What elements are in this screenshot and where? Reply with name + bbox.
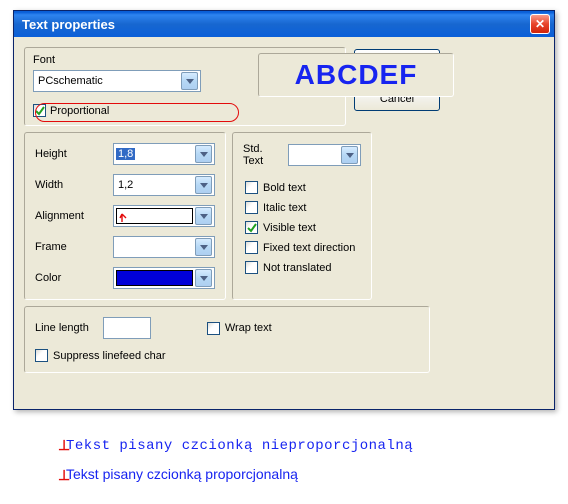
nottranslated-label: Not translated xyxy=(263,262,331,274)
line-length-label: Line length xyxy=(35,322,89,334)
chevron-down-icon[interactable] xyxy=(195,145,212,163)
preview-text: ABCDEF xyxy=(295,59,418,91)
width-value: 1,2 xyxy=(116,179,133,191)
alignment-sample xyxy=(116,208,193,224)
preview-panel: ABCDEF xyxy=(258,53,454,97)
line-panel: Line length Wrap text Suppress linefeed … xyxy=(24,306,430,373)
titlebar: Text properties ✕ xyxy=(14,11,554,37)
suppress-checkbox[interactable] xyxy=(35,349,48,362)
proportional-label: Proportional xyxy=(50,105,109,117)
footer-mono-text: ⊥Tekst pisany czcionką nieproporcjonalną xyxy=(58,436,558,454)
bold-checkbox[interactable] xyxy=(245,181,258,194)
chevron-down-icon[interactable] xyxy=(195,207,212,225)
wrap-checkbox[interactable] xyxy=(207,322,220,335)
font-select[interactable]: PCschematic xyxy=(33,70,201,92)
chevron-down-icon[interactable] xyxy=(181,72,198,90)
anchor-icon: ⊥ xyxy=(58,467,66,484)
stdtext-select[interactable] xyxy=(288,144,361,166)
chevron-down-icon[interactable] xyxy=(341,146,358,164)
line-length-field[interactable] xyxy=(106,322,148,334)
italic-label: Italic text xyxy=(263,202,306,214)
height-select[interactable]: 1,8 xyxy=(113,143,215,165)
alignment-select[interactable] xyxy=(113,205,215,227)
height-label: Height xyxy=(35,148,113,160)
footer-prop-text: ⊥Tekst pisany czcionką proporcjonalną xyxy=(58,466,558,483)
bold-label: Bold text xyxy=(263,182,306,194)
wrap-label: Wrap text xyxy=(225,322,272,334)
chevron-down-icon[interactable] xyxy=(195,238,212,256)
color-label: Color xyxy=(35,272,113,284)
width-select[interactable]: 1,2 xyxy=(113,174,215,196)
chevron-down-icon[interactable] xyxy=(195,176,212,194)
color-sample xyxy=(116,270,193,286)
color-select[interactable] xyxy=(113,267,215,289)
suppress-label: Suppress linefeed char xyxy=(53,350,166,362)
proportional-row: Proportional xyxy=(33,104,337,117)
close-icon: ✕ xyxy=(535,18,545,30)
anchor-icon: ⊥ xyxy=(58,437,66,454)
font-select-value: PCschematic xyxy=(36,75,103,87)
width-label: Width xyxy=(35,179,113,191)
visible-label: Visible text xyxy=(263,222,316,234)
fixed-label: Fixed text direction xyxy=(263,242,355,254)
stdtext-label: Std. Text xyxy=(243,143,278,167)
height-value: 1,8 xyxy=(116,148,135,160)
close-button[interactable]: ✕ xyxy=(530,14,550,34)
text-properties-dialog: Text properties ✕ Font PCschematic Pro xyxy=(13,10,555,410)
metrics-panel: Height 1,8 Width 1,2 A xyxy=(24,132,226,300)
frame-sample xyxy=(116,239,193,255)
proportional-checkbox[interactable] xyxy=(33,104,46,117)
visible-checkbox[interactable] xyxy=(245,221,258,234)
chevron-down-icon[interactable] xyxy=(195,269,212,287)
nottranslated-checkbox[interactable] xyxy=(245,261,258,274)
alignment-label: Alignment xyxy=(35,210,113,222)
window-title: Text properties xyxy=(22,17,115,32)
frame-select[interactable] xyxy=(113,236,215,258)
line-length-input[interactable] xyxy=(103,317,151,339)
frame-label: Frame xyxy=(35,241,113,253)
fixed-checkbox[interactable] xyxy=(245,241,258,254)
italic-checkbox[interactable] xyxy=(245,201,258,214)
stdtext-panel: Std. Text Bold text Itali xyxy=(232,132,372,300)
